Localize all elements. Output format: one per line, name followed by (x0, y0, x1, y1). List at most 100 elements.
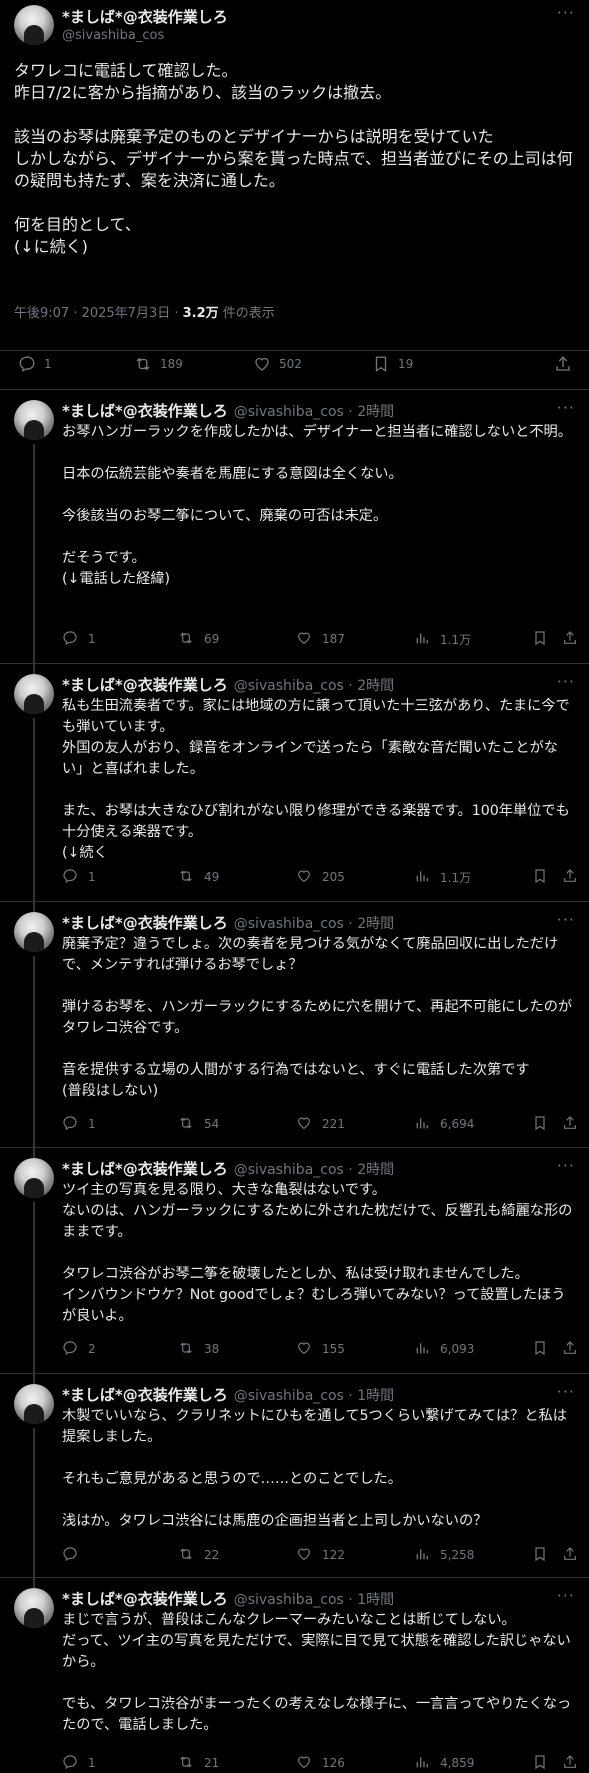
tweet-text: 廃棄予定？違うでしょ。次の奏者を見つける気がなくて廃品回収に出しただけで、メンテ… (62, 936, 573, 1099)
share-button[interactable] (562, 1340, 580, 1358)
avatar[interactable] (14, 5, 54, 45)
like-button[interactable]: 205 (296, 868, 345, 886)
reply-tweet[interactable]: *ましば*@衣装作業しろ @sivashiba_cos · 2時間 ··· お琴ハ… (0, 390, 589, 677)
author-handle[interactable]: @sivashiba_cos (234, 916, 344, 932)
repost-count: 38 (204, 1342, 220, 1356)
author-name[interactable]: *ましば*@衣装作業しろ (62, 402, 228, 420)
author-handle[interactable]: @sivashiba_cos (234, 404, 344, 420)
reply-tweet[interactable]: *ましば*@衣装作業しろ @sivashiba_cos · 2時間 ··· 廃棄予… (0, 902, 589, 1161)
views-button[interactable]: 6,093 (414, 1340, 474, 1358)
reply-icon (62, 630, 80, 648)
bookmark-icon (532, 1115, 550, 1133)
views-button[interactable]: 1.1万 (414, 630, 471, 648)
author-handle[interactable]: @sivashiba_cos (234, 678, 344, 694)
more-options-icon[interactable]: ··· (557, 672, 575, 691)
repost-button[interactable]: 69 (178, 630, 219, 648)
bookmark-button[interactable] (532, 868, 550, 886)
more-options-icon[interactable]: ··· (557, 1382, 575, 1401)
reply-button[interactable]: 1 (62, 630, 96, 648)
avatar[interactable] (14, 912, 54, 952)
views-button[interactable]: 4,859 (414, 1754, 474, 1772)
views-button[interactable]: 1.1万 (414, 868, 471, 886)
thread-line (33, 444, 35, 677)
like-button[interactable]: 221 (296, 1115, 345, 1133)
share-button[interactable] (562, 630, 580, 648)
reply-count: 1 (44, 357, 52, 371)
more-options-icon[interactable]: ··· (557, 1156, 575, 1175)
repost-button[interactable]: 189 (134, 355, 183, 373)
heart-icon (296, 1754, 314, 1772)
author-handle[interactable]: @sivashiba_cos (234, 1592, 344, 1608)
share-button[interactable] (554, 355, 572, 373)
like-button[interactable]: 155 (296, 1340, 345, 1358)
views-button[interactable]: 5,258 (414, 1546, 474, 1564)
bookmark-button[interactable] (532, 1340, 550, 1358)
avatar[interactable] (14, 1384, 54, 1424)
reply-time[interactable]: · 1時間 (344, 1592, 394, 1608)
like-count: 126 (322, 1756, 345, 1770)
avatar[interactable] (14, 1158, 54, 1198)
author-handle[interactable]: @sivashiba_cos (234, 1162, 344, 1178)
heart-icon (296, 1340, 314, 1358)
author-name[interactable]: *ましば*@衣装作業しろ (62, 676, 228, 694)
more-options-icon[interactable]: ··· (557, 398, 575, 417)
reply-tweet[interactable]: *ましば*@衣装作業しろ @sivashiba_cos · 1時間 ··· 木製で… (0, 1374, 589, 1591)
heart-icon (296, 1115, 314, 1133)
bookmark-button[interactable] (532, 1546, 550, 1564)
timestamp[interactable]: 午後9:07 · 2025年7月3日 · (14, 306, 183, 321)
avatar[interactable] (14, 674, 54, 714)
reply-button[interactable]: 1 (62, 868, 96, 886)
author-name[interactable]: *ましば*@衣装作業しろ (62, 1590, 228, 1608)
share-button[interactable] (562, 1754, 580, 1772)
share-icon (562, 1546, 580, 1564)
more-options-icon[interactable]: ··· (557, 910, 575, 929)
author-name[interactable]: *ましば*@衣装作業しろ (62, 6, 228, 27)
bookmark-icon (532, 1546, 550, 1564)
like-button[interactable]: 187 (296, 630, 345, 648)
views-button[interactable]: 6,694 (414, 1115, 474, 1133)
bookmark-button[interactable] (532, 1754, 550, 1772)
main-tweet: *ましば*@衣装作業しろ @sivashiba_cos ··· タワレコに電話し… (0, 0, 589, 390)
author-handle[interactable]: @sivashiba_cos (234, 1388, 344, 1404)
bookmark-button[interactable] (532, 1115, 550, 1133)
reply-time[interactable]: · 2時間 (344, 404, 394, 420)
reply-tweet[interactable]: *ましば*@衣装作業しろ @sivashiba_cos · 2時間 ··· ツイ主… (0, 1148, 589, 1387)
bookmark-button[interactable] (532, 630, 550, 648)
reply-tweet[interactable]: *ましば*@衣装作業しろ @sivashiba_cos · 1時間 ··· まじで… (0, 1578, 589, 1773)
reply-button[interactable]: 2 (62, 1340, 96, 1358)
reply-button[interactable]: 1 (62, 1115, 96, 1133)
more-options-icon[interactable]: ··· (557, 1586, 575, 1605)
reply-tweet[interactable]: *ましば*@衣装作業しろ @sivashiba_cos · 2時間 ··· 私も生… (0, 664, 589, 915)
like-button[interactable]: 502 (253, 355, 302, 373)
thread-line (33, 1202, 35, 1387)
repost-count: 22 (204, 1548, 220, 1562)
repost-button[interactable]: 49 (178, 868, 219, 886)
repost-icon (178, 1340, 196, 1358)
author-name[interactable]: *ましば*@衣装作業しろ (62, 1386, 228, 1404)
share-button[interactable] (562, 1546, 580, 1564)
share-button[interactable] (562, 1115, 580, 1133)
repost-button[interactable]: 54 (178, 1115, 219, 1133)
bookmark-count: 19 (398, 357, 414, 371)
more-options-icon[interactable]: ··· (557, 3, 575, 22)
repost-button[interactable]: 21 (178, 1754, 219, 1772)
avatar[interactable] (14, 1588, 54, 1628)
reply-time[interactable]: · 1時間 (344, 1388, 394, 1404)
author-name[interactable]: *ましば*@衣装作業しろ (62, 1160, 228, 1178)
reply-button[interactable] (62, 1546, 88, 1564)
bookmark-button[interactable]: 19 (372, 355, 413, 373)
reply-time[interactable]: · 2時間 (344, 678, 394, 694)
author-name[interactable]: *ましば*@衣装作業しろ (62, 914, 228, 932)
reply-time[interactable]: · 2時間 (344, 1162, 394, 1178)
repost-button[interactable]: 22 (178, 1546, 219, 1564)
avatar[interactable] (14, 400, 54, 440)
like-button[interactable]: 122 (296, 1546, 345, 1564)
reply-time[interactable]: · 2時間 (344, 916, 394, 932)
like-button[interactable]: 126 (296, 1754, 345, 1772)
reply-button[interactable]: 1 (62, 1754, 96, 1772)
reply-icon (18, 355, 36, 373)
share-button[interactable] (562, 868, 580, 886)
repost-button[interactable]: 38 (178, 1340, 219, 1358)
author-handle[interactable]: @sivashiba_cos (62, 28, 164, 43)
reply-button[interactable]: 1 (18, 355, 52, 373)
